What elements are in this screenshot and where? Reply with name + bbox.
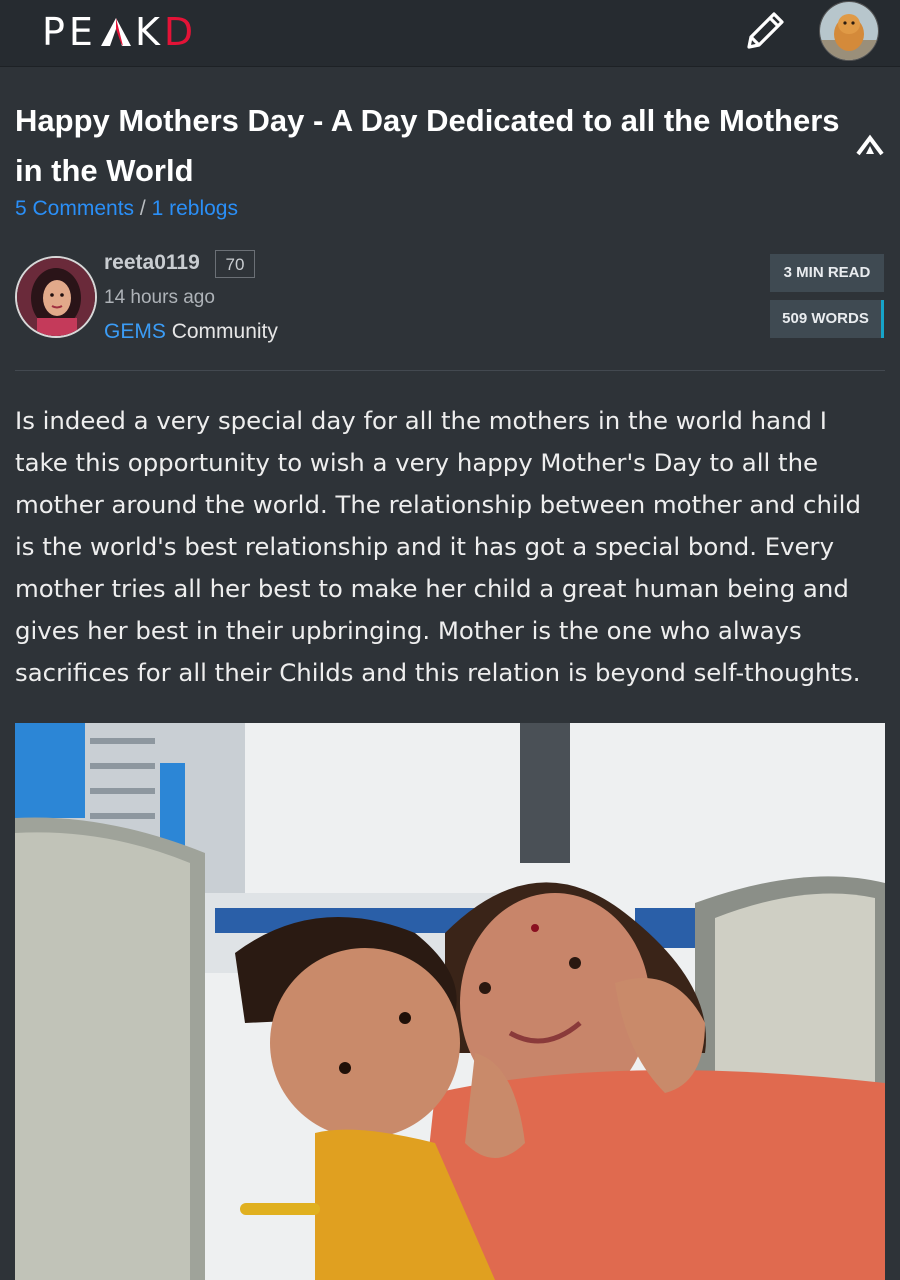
community-link[interactable]: GEMS: [104, 320, 166, 343]
pencil-icon[interactable]: [744, 8, 788, 52]
post-title: Happy Mothers Day - A Day Dedicated to a…: [15, 103, 840, 188]
author-avatar[interactable]: [15, 256, 97, 338]
comments-link[interactable]: 5 Comments: [15, 197, 134, 220]
user-avatar-image: [820, 2, 878, 60]
logo-triangle-icon: [100, 18, 131, 46]
reblogs-link[interactable]: 1 reblogs: [152, 197, 238, 220]
post-time[interactable]: 14 hours ago: [104, 287, 215, 309]
logo-text-mid: K: [134, 10, 164, 54]
divider: [15, 370, 885, 371]
word-count-badge: 509 WORDS: [770, 300, 884, 338]
top-navbar: PE K D: [0, 0, 900, 67]
post-stats: 5 Comments / 1 reblogs: [15, 197, 238, 221]
peakd-logo[interactable]: PE K D: [42, 9, 197, 55]
chevron-up-icon[interactable]: [855, 133, 885, 157]
post-image[interactable]: [15, 723, 885, 1280]
post-body: Is indeed a very special day for all the…: [15, 406, 861, 687]
stats-separator: /: [139, 197, 146, 220]
reputation-badge: 70: [215, 250, 255, 278]
community-label: GEMS Community: [104, 320, 278, 344]
logo-text-right: D: [163, 10, 198, 54]
logo-text-left: PE: [42, 10, 97, 54]
read-time-badge: 3 MIN READ: [770, 254, 884, 292]
user-avatar[interactable]: [819, 1, 879, 61]
author-name[interactable]: reeta0119: [104, 251, 200, 275]
community-word: Community: [171, 320, 278, 343]
post-image-illustration: [15, 723, 885, 1280]
author-avatar-image: [17, 258, 95, 336]
